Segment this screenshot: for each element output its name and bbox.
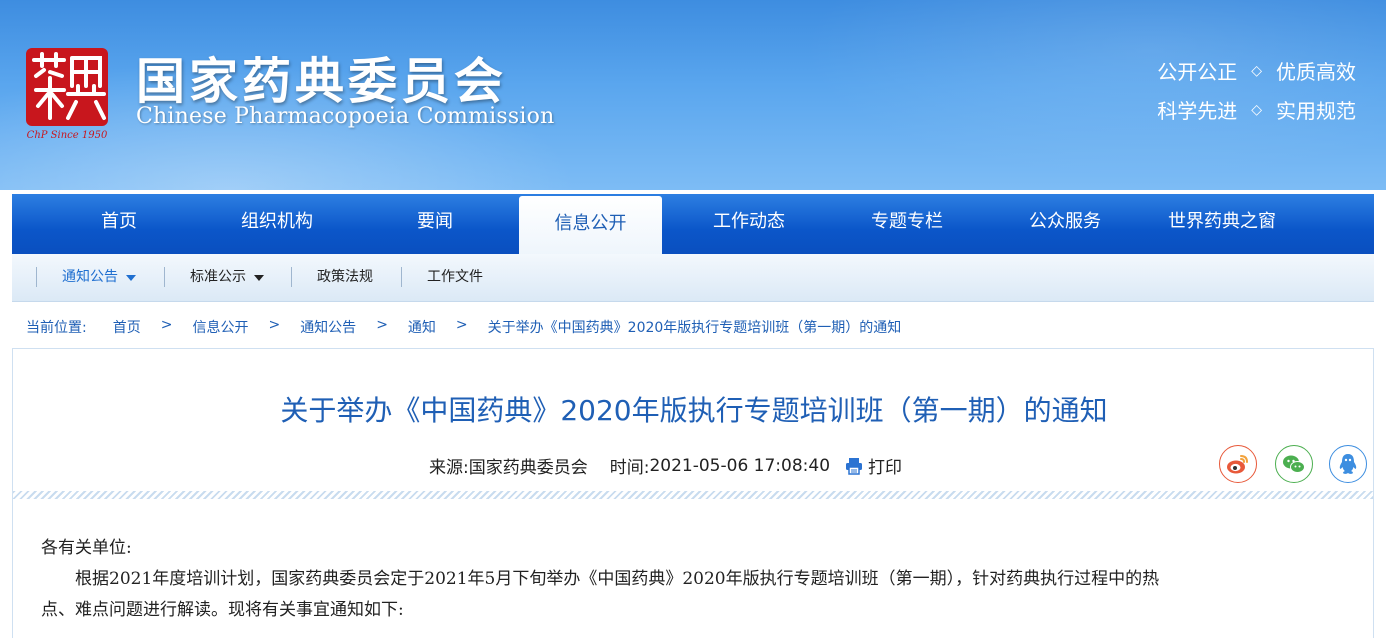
article-title: 关于举办《中国药典》2020年版执行专题培训班（第一期）的通知 xyxy=(280,394,1108,427)
nav-item-info-disclosure[interactable]: 信息公开 xyxy=(519,196,662,256)
caret-down-icon xyxy=(254,274,264,281)
pharmacopoeia-seal-logo[interactable]: ChP Since 1950 xyxy=(24,46,110,142)
printer-icon xyxy=(846,457,863,475)
breadcrumb-separator: > xyxy=(376,317,388,333)
nav-item-public-service[interactable]: 公众服务 xyxy=(996,194,1134,254)
sub-nav-label: 标准公示 xyxy=(190,269,246,285)
nav-item-news[interactable]: 要闻 xyxy=(366,194,504,254)
wechat-icon xyxy=(1283,455,1305,473)
share-qq-button[interactable] xyxy=(1329,445,1367,483)
source-label: 来源: xyxy=(429,458,469,478)
slogan-text: 公开公正 xyxy=(1157,60,1238,84)
nav-item-organization[interactable]: 组织机构 xyxy=(208,194,346,254)
time-label: 时间: xyxy=(609,458,650,478)
sub-nav-label: 通知公告 xyxy=(62,269,118,285)
breadcrumb-item[interactable]: 通知 xyxy=(408,317,436,337)
breadcrumb-separator: > xyxy=(455,317,468,333)
breadcrumb-separator: > xyxy=(160,317,173,333)
salutation: 各有关单位: xyxy=(41,538,132,558)
breadcrumb-item[interactable]: 首页 xyxy=(113,317,141,337)
article-meta: 来源: 国家药典委员会 时间: 2021-05-06 17:08:40 打印 xyxy=(429,453,902,479)
breadcrumb-label: 当前位置: xyxy=(26,320,87,336)
sub-nav-divider xyxy=(401,267,402,287)
sub-nav-item-work-docs[interactable]: 工作文件 xyxy=(427,254,483,301)
site-header: ChP Since 1950 国家药典委员会 Chinese Pharmacop… xyxy=(0,0,1386,190)
paragraph: 根据2021年度培训计划，国家药典委员会定于2021年5月下旬举办《中国药典》2… xyxy=(75,569,1160,589)
diamond-icon: ◇ xyxy=(1251,62,1262,79)
article-container: 关于举办《中国药典》2020年版执行专题培训班（第一期）的通知 来源: 国家药典… xyxy=(12,348,1374,638)
header-glow-right xyxy=(800,0,1386,180)
qq-icon xyxy=(1339,454,1357,474)
print-label: 打印 xyxy=(868,458,903,478)
breadcrumb-item[interactable]: 通知公告 xyxy=(300,317,356,337)
caret-down-icon xyxy=(126,274,136,281)
sub-nav: 通知公告 标准公示 政策法规 工作文件 xyxy=(12,254,1374,302)
slogan-text: 优质高效 xyxy=(1276,60,1356,84)
sub-nav-item-policies[interactable]: 政策法规 xyxy=(317,254,373,301)
breadcrumb-item[interactable]: 信息公开 xyxy=(192,317,248,337)
site-title-cn[interactable]: 国家药典委员会 xyxy=(136,42,507,110)
sub-nav-divider xyxy=(291,267,292,287)
slogan-line-2: 科学先进 ◇ 实用规范 xyxy=(1157,95,1356,124)
nav-item-special-topics[interactable]: 专题专栏 xyxy=(838,194,976,254)
sub-nav-divider xyxy=(164,267,165,287)
sub-nav-item-notices[interactable]: 通知公告 xyxy=(62,254,136,301)
share-weibo-button[interactable] xyxy=(1219,445,1257,483)
share-wechat-button[interactable] xyxy=(1275,445,1313,483)
logo-tagline: ChP Since 1950 xyxy=(27,130,108,141)
paragraph-continuation: 点、难点问题进行解读。现将有关事宜通知如下: xyxy=(41,600,404,620)
breadcrumb-separator: > xyxy=(268,317,281,333)
site-title-en: Chinese Pharmacopoeia Commission xyxy=(136,104,555,129)
diamond-icon: ◇ xyxy=(1251,101,1262,118)
sub-nav-item-standards[interactable]: 标准公示 xyxy=(190,254,264,301)
article-divider xyxy=(13,491,1373,499)
time-value: 2021-05-06 17:08:40 xyxy=(649,455,831,476)
sub-nav-divider xyxy=(36,267,37,287)
nav-item-world-pharmacopoeia[interactable]: 世界药典之窗 xyxy=(1152,194,1292,254)
nav-item-home[interactable]: 首页 xyxy=(50,194,188,254)
article-body: 各有关单位: 根据2021年度培训计划，国家药典委员会定于2021年5月下旬举办… xyxy=(41,533,1341,626)
print-button[interactable]: 打印 xyxy=(844,453,902,478)
nav-item-work-updates[interactable]: 工作动态 xyxy=(680,194,818,254)
slogan-text: 科学先进 xyxy=(1157,99,1238,123)
weibo-icon xyxy=(1227,455,1248,474)
breadcrumb: 当前位置: 首页 > 信息公开 > 通知公告 > 通知 > 关于举办《中国药典》… xyxy=(26,317,901,337)
slogan-text: 实用规范 xyxy=(1276,99,1356,123)
source-value: 国家药典委员会 xyxy=(468,458,588,478)
main-nav: 首页 组织机构 要闻 信息公开 工作动态 专题专栏 公众服务 世界药典之窗 xyxy=(12,190,1374,256)
breadcrumb-current[interactable]: 关于举办《中国药典》2020年版执行专题培训班（第一期）的通知 xyxy=(488,317,902,337)
slogan-line-1: 公开公正 ◇ 优质高效 xyxy=(1157,56,1356,85)
